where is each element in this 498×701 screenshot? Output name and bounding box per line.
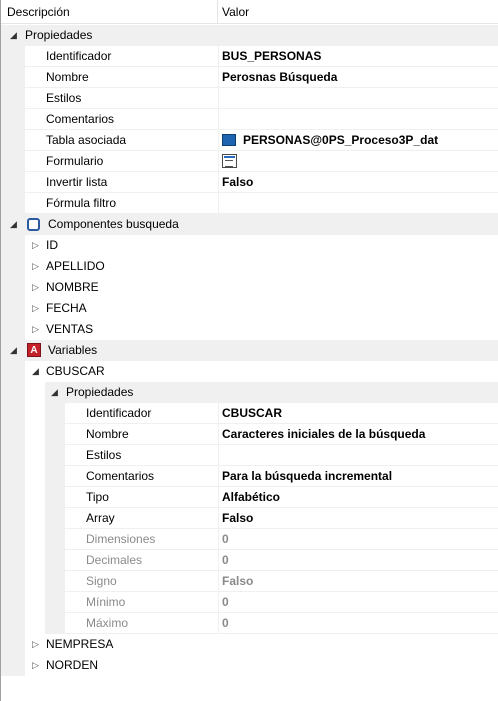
property-label: Nombre — [86, 427, 129, 441]
form-icon[interactable] — [222, 154, 237, 168]
property-row-formula-filtro[interactable]: Fórmula filtro — [1, 193, 498, 214]
component-icon — [27, 218, 40, 231]
property-row-invertir-lista[interactable]: Invertir lista Falso — [1, 172, 498, 193]
property-value: 0 — [222, 595, 229, 609]
triangle-down-icon[interactable]: ◢ — [32, 365, 42, 377]
tree-item-norden[interactable]: ▷ NORDEN — [1, 655, 498, 676]
property-row-signo: Signo Falso — [1, 571, 498, 592]
item-label: NORDEN — [46, 658, 99, 672]
triangle-down-icon[interactable]: ◢ — [51, 386, 61, 398]
list-item-componente[interactable]: ▷ FECHA — [1, 298, 498, 319]
subsection-propiedades[interactable]: ◢ Propiedades — [1, 382, 498, 403]
section-propiedades[interactable]: ◢ Propiedades — [1, 25, 498, 46]
property-label: Estilos — [46, 91, 82, 105]
property-row-array[interactable]: Array Falso — [1, 508, 498, 529]
property-value[interactable]: BUS_PERSONAS — [222, 49, 321, 63]
property-label: Máximo — [86, 616, 129, 630]
column-header-value[interactable]: Valor — [222, 5, 249, 19]
property-label: Tabla asociada — [46, 133, 127, 147]
triangle-down-icon[interactable]: ◢ — [10, 29, 20, 41]
property-value[interactable]: PERSONAS@0PS_Proceso3P_dat — [243, 133, 438, 147]
property-row-tipo[interactable]: Tipo Alfabético — [1, 487, 498, 508]
column-header-description[interactable]: Descripción — [7, 5, 70, 19]
property-value[interactable]: Caracteres iniciales de la búsqueda — [222, 427, 425, 441]
section-label: Propiedades — [66, 385, 134, 399]
property-row-estilos[interactable]: Estilos — [1, 88, 498, 109]
property-label: Estilos — [86, 448, 122, 462]
property-label: Invertir lista — [46, 175, 108, 189]
property-row-identificador[interactable]: Identificador BUS_PERSONAS — [1, 46, 498, 67]
property-label: Nombre — [46, 70, 89, 84]
item-label: CBUSCAR — [46, 364, 105, 378]
triangle-right-icon[interactable]: ▷ — [32, 281, 42, 293]
property-label: Tipo — [86, 490, 109, 504]
triangle-right-icon[interactable]: ▷ — [32, 239, 42, 251]
property-value[interactable]: Falso — [222, 511, 253, 525]
section-variables[interactable]: ◢ A Variables — [1, 340, 498, 361]
property-row-formulario[interactable]: Formulario — [1, 151, 498, 172]
list-item-componente[interactable]: ▷ VENTAS — [1, 319, 498, 340]
section-label: Variables — [48, 343, 98, 357]
property-label: Fórmula filtro — [46, 196, 117, 210]
list-item-componente[interactable]: ▷ APELLIDO — [1, 256, 498, 277]
property-value: 0 — [222, 532, 229, 546]
property-value: 0 — [222, 616, 229, 630]
property-label: Comentarios — [46, 112, 115, 126]
triangle-down-icon[interactable]: ◢ — [10, 218, 20, 230]
item-label: APELLIDO — [46, 259, 105, 273]
property-label: Dimensiones — [86, 532, 156, 546]
tree-item-cbuscar[interactable]: ◢ CBUSCAR — [1, 361, 498, 382]
list-item-componente[interactable]: ▷ ID — [1, 235, 498, 256]
property-value: Falso — [222, 574, 254, 588]
property-label: Identificador — [86, 406, 152, 420]
table-icon — [222, 134, 236, 146]
section-label: Propiedades — [25, 28, 93, 42]
property-value[interactable]: Alfabético — [222, 490, 280, 504]
column-separator[interactable] — [217, 0, 218, 24]
property-row-nombre[interactable]: Nombre Perosnas Búsqueda — [1, 67, 498, 88]
item-label: NEMPRESA — [46, 637, 114, 651]
property-row-identificador[interactable]: Identificador CBUSCAR — [1, 403, 498, 424]
triangle-right-icon[interactable]: ▷ — [32, 659, 42, 671]
property-row-estilos[interactable]: Estilos — [1, 445, 498, 466]
grid-rows: ◢ Propiedades Identificador BUS_PERSONAS… — [1, 25, 498, 676]
property-label: Mínimo — [86, 595, 126, 609]
section-label: Componentes busqueda — [48, 217, 179, 231]
list-item-componente[interactable]: ▷ NOMBRE — [1, 277, 498, 298]
property-row-comentarios[interactable]: Comentarios Para la búsqueda incremental — [1, 466, 498, 487]
section-componentes-busqueda[interactable]: ◢ Componentes busqueda — [1, 214, 498, 235]
triangle-right-icon[interactable]: ▷ — [32, 260, 42, 272]
property-row-nombre[interactable]: Nombre Caracteres iniciales de la búsque… — [1, 424, 498, 445]
property-label: Array — [86, 511, 115, 525]
item-label: VENTAS — [46, 322, 94, 336]
triangle-right-icon[interactable]: ▷ — [32, 302, 42, 314]
triangle-right-icon[interactable]: ▷ — [32, 323, 42, 335]
property-row-tabla-asociada[interactable]: Tabla asociada PERSONAS@0PS_Proceso3P_da… — [1, 130, 498, 151]
property-value[interactable]: CBUSCAR — [222, 406, 282, 420]
item-label: NOMBRE — [46, 280, 99, 294]
property-value[interactable]: Para la búsqueda incremental — [222, 469, 392, 483]
triangle-down-icon[interactable]: ◢ — [10, 344, 20, 356]
property-row-maximo: Máximo 0 — [1, 613, 498, 634]
property-row-dimensiones: Dimensiones 0 — [1, 529, 498, 550]
item-label: FECHA — [46, 301, 87, 315]
variables-icon: A — [27, 343, 41, 357]
property-value[interactable]: Falso — [222, 175, 253, 189]
property-label: Signo — [86, 574, 117, 588]
property-row-decimales: Decimales 0 — [1, 550, 498, 571]
item-label: ID — [46, 238, 58, 252]
property-row-comentarios[interactable]: Comentarios — [1, 109, 498, 130]
property-label: Formulario — [46, 154, 104, 168]
property-label: Identificador — [46, 49, 112, 63]
property-value[interactable]: Perosnas Búsqueda — [222, 70, 337, 84]
tree-item-nempresa[interactable]: ▷ NEMPRESA — [1, 634, 498, 655]
property-grid: Descripción Valor ◢ Propiedades Identifi… — [0, 0, 498, 701]
grid-header: Descripción Valor — [1, 0, 498, 24]
triangle-right-icon[interactable]: ▷ — [32, 638, 42, 650]
property-value: 0 — [222, 553, 229, 567]
property-label: Comentarios — [86, 469, 155, 483]
property-label: Decimales — [86, 553, 143, 567]
property-row-minimo: Mínimo 0 — [1, 592, 498, 613]
